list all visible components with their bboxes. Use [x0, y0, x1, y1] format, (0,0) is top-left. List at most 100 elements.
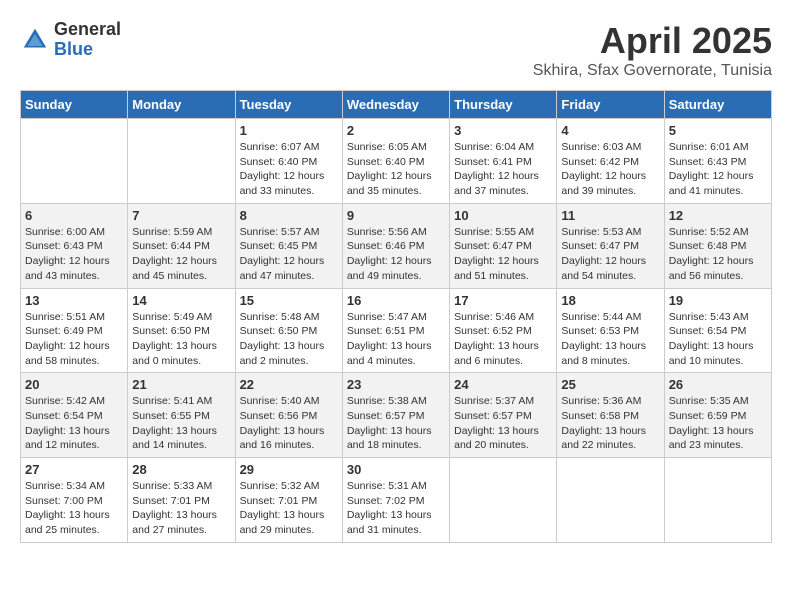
header-tuesday: Tuesday	[235, 91, 342, 119]
cell-info: Sunrise: 5:55 AMSunset: 6:47 PMDaylight:…	[454, 225, 552, 284]
cell-day-number: 13	[25, 293, 123, 308]
cell-day-number: 8	[240, 208, 338, 223]
calendar-cell	[450, 458, 557, 543]
cell-info: Sunrise: 5:57 AMSunset: 6:45 PMDaylight:…	[240, 225, 338, 284]
calendar-cell: 15 Sunrise: 5:48 AMSunset: 6:50 PMDayligh…	[235, 288, 342, 373]
cell-day-number: 11	[561, 208, 659, 223]
calendar-cell: 3Sunrise: 6:04 AMSunset: 6:41 PMDaylight…	[450, 119, 557, 204]
cell-info: Sunrise: 6:03 AMSunset: 6:42 PMDaylight:…	[561, 140, 659, 199]
header-thursday: Thursday	[450, 91, 557, 119]
cell-day-number: 29	[240, 462, 338, 477]
calendar-week-row: 13 Sunrise: 5:51 AMSunset: 6:49 PMDayligh…	[21, 288, 772, 373]
calendar-cell: 19 Sunrise: 5:43 AMSunset: 6:54 PMDayligh…	[664, 288, 771, 373]
cell-day-number: 9	[347, 208, 445, 223]
cell-day-number: 22	[240, 377, 338, 392]
calendar-cell	[557, 458, 664, 543]
cell-day-number: 26	[669, 377, 767, 392]
cell-info: Sunrise: 5:37 AMSunset: 6:57 PMDaylight:…	[454, 394, 552, 453]
cell-day-number: 16	[347, 293, 445, 308]
header-friday: Friday	[557, 91, 664, 119]
calendar-cell: 28Sunrise: 5:33 AMSunset: 7:01 PMDayligh…	[128, 458, 235, 543]
calendar-cell: 14 Sunrise: 5:49 AMSunset: 6:50 PMDayligh…	[128, 288, 235, 373]
main-title: April 2025	[533, 20, 772, 62]
calendar-week-row: 27 Sunrise: 5:34 AMSunset: 7:00 PMDayligh…	[21, 458, 772, 543]
cell-day-number: 10	[454, 208, 552, 223]
cell-day-number: 14	[132, 293, 230, 308]
calendar-cell	[128, 119, 235, 204]
cell-day-number: 21	[132, 377, 230, 392]
cell-day-number: 24	[454, 377, 552, 392]
cell-info: Sunrise: 5:53 AMSunset: 6:47 PMDaylight:…	[561, 225, 659, 284]
title-block: April 2025 Skhira, Sfax Governorate, Tun…	[533, 20, 772, 80]
calendar: SundayMondayTuesdayWednesdayThursdayFrid…	[20, 90, 772, 543]
cell-info: Sunrise: 5:52 AMSunset: 6:48 PMDaylight:…	[669, 225, 767, 284]
calendar-cell: 4 Sunrise: 6:03 AMSunset: 6:42 PMDaylight…	[557, 119, 664, 204]
cell-day-number: 18	[561, 293, 659, 308]
cell-info: Sunrise: 5:59 AMSunset: 6:44 PMDaylight:…	[132, 225, 230, 284]
cell-day-number: 1	[240, 123, 338, 138]
calendar-cell: 8 Sunrise: 5:57 AMSunset: 6:45 PMDaylight…	[235, 203, 342, 288]
calendar-cell: 29 Sunrise: 5:32 AMSunset: 7:01 PMDayligh…	[235, 458, 342, 543]
cell-info: Sunrise: 6:07 AMSunset: 6:40 PMDaylight:…	[240, 140, 338, 199]
calendar-cell: 30 Sunrise: 5:31 AMSunset: 7:02 PMDayligh…	[342, 458, 449, 543]
cell-info: Sunrise: 5:43 AMSunset: 6:54 PMDaylight:…	[669, 310, 767, 369]
cell-info: Sunrise: 5:46 AMSunset: 6:52 PMDaylight:…	[454, 310, 552, 369]
cell-info: Sunrise: 5:49 AMSunset: 6:50 PMDaylight:…	[132, 310, 230, 369]
calendar-week-row: 1 Sunrise: 6:07 AMSunset: 6:40 PMDaylight…	[21, 119, 772, 204]
header-monday: Monday	[128, 91, 235, 119]
calendar-cell: 20 Sunrise: 5:42 AMSunset: 6:54 PMDayligh…	[21, 373, 128, 458]
calendar-cell: 11 Sunrise: 5:53 AMSunset: 6:47 PMDayligh…	[557, 203, 664, 288]
cell-info: Sunrise: 5:31 AMSunset: 7:02 PMDaylight:…	[347, 479, 445, 538]
logo-general: General	[54, 20, 121, 40]
calendar-cell: 18 Sunrise: 5:44 AMSunset: 6:53 PMDayligh…	[557, 288, 664, 373]
logo-icon	[20, 25, 50, 55]
cell-info: Sunrise: 5:36 AMSunset: 6:58 PMDaylight:…	[561, 394, 659, 453]
cell-info: Sunrise: 5:42 AMSunset: 6:54 PMDaylight:…	[25, 394, 123, 453]
cell-day-number: 15	[240, 293, 338, 308]
cell-info: Sunrise: 5:38 AMSunset: 6:57 PMDaylight:…	[347, 394, 445, 453]
calendar-cell: 1 Sunrise: 6:07 AMSunset: 6:40 PMDaylight…	[235, 119, 342, 204]
cell-info: Sunrise: 5:35 AMSunset: 6:59 PMDaylight:…	[669, 394, 767, 453]
header: General Blue April 2025 Skhira, Sfax Gov…	[20, 20, 772, 80]
cell-day-number: 20	[25, 377, 123, 392]
calendar-cell: 16 Sunrise: 5:47 AMSunset: 6:51 PMDayligh…	[342, 288, 449, 373]
calendar-cell: 22Sunrise: 5:40 AMSunset: 6:56 PMDayligh…	[235, 373, 342, 458]
cell-day-number: 2	[347, 123, 445, 138]
cell-day-number: 7	[132, 208, 230, 223]
calendar-cell: 25 Sunrise: 5:36 AMSunset: 6:58 PMDayligh…	[557, 373, 664, 458]
cell-day-number: 19	[669, 293, 767, 308]
calendar-week-row: 6 Sunrise: 6:00 AMSunset: 6:43 PMDaylight…	[21, 203, 772, 288]
logo-blue: Blue	[54, 40, 121, 60]
calendar-cell: 23 Sunrise: 5:38 AMSunset: 6:57 PMDayligh…	[342, 373, 449, 458]
cell-info: Sunrise: 6:00 AMSunset: 6:43 PMDaylight:…	[25, 225, 123, 284]
calendar-cell: 24 Sunrise: 5:37 AMSunset: 6:57 PMDayligh…	[450, 373, 557, 458]
cell-day-number: 30	[347, 462, 445, 477]
cell-day-number: 25	[561, 377, 659, 392]
calendar-header-row: SundayMondayTuesdayWednesdayThursdayFrid…	[21, 91, 772, 119]
cell-info: Sunrise: 5:34 AMSunset: 7:00 PMDaylight:…	[25, 479, 123, 538]
calendar-cell: 27 Sunrise: 5:34 AMSunset: 7:00 PMDayligh…	[21, 458, 128, 543]
header-wednesday: Wednesday	[342, 91, 449, 119]
calendar-cell	[664, 458, 771, 543]
calendar-cell: 9Sunrise: 5:56 AMSunset: 6:46 PMDaylight…	[342, 203, 449, 288]
cell-info: Sunrise: 5:51 AMSunset: 6:49 PMDaylight:…	[25, 310, 123, 369]
cell-day-number: 4	[561, 123, 659, 138]
cell-info: Sunrise: 6:01 AMSunset: 6:43 PMDaylight:…	[669, 140, 767, 199]
header-saturday: Saturday	[664, 91, 771, 119]
cell-info: Sunrise: 5:47 AMSunset: 6:51 PMDaylight:…	[347, 310, 445, 369]
cell-day-number: 27	[25, 462, 123, 477]
cell-info: Sunrise: 5:32 AMSunset: 7:01 PMDaylight:…	[240, 479, 338, 538]
calendar-cell: 26 Sunrise: 5:35 AMSunset: 6:59 PMDayligh…	[664, 373, 771, 458]
calendar-cell: 21Sunrise: 5:41 AMSunset: 6:55 PMDayligh…	[128, 373, 235, 458]
cell-day-number: 23	[347, 377, 445, 392]
cell-day-number: 6	[25, 208, 123, 223]
cell-info: Sunrise: 6:04 AMSunset: 6:41 PMDaylight:…	[454, 140, 552, 199]
cell-info: Sunrise: 5:48 AMSunset: 6:50 PMDaylight:…	[240, 310, 338, 369]
calendar-cell: 13 Sunrise: 5:51 AMSunset: 6:49 PMDayligh…	[21, 288, 128, 373]
logo: General Blue	[20, 20, 121, 60]
calendar-week-row: 20 Sunrise: 5:42 AMSunset: 6:54 PMDayligh…	[21, 373, 772, 458]
cell-day-number: 17	[454, 293, 552, 308]
calendar-cell: 6 Sunrise: 6:00 AMSunset: 6:43 PMDaylight…	[21, 203, 128, 288]
cell-info: Sunrise: 5:44 AMSunset: 6:53 PMDaylight:…	[561, 310, 659, 369]
calendar-cell: 5Sunrise: 6:01 AMSunset: 6:43 PMDaylight…	[664, 119, 771, 204]
